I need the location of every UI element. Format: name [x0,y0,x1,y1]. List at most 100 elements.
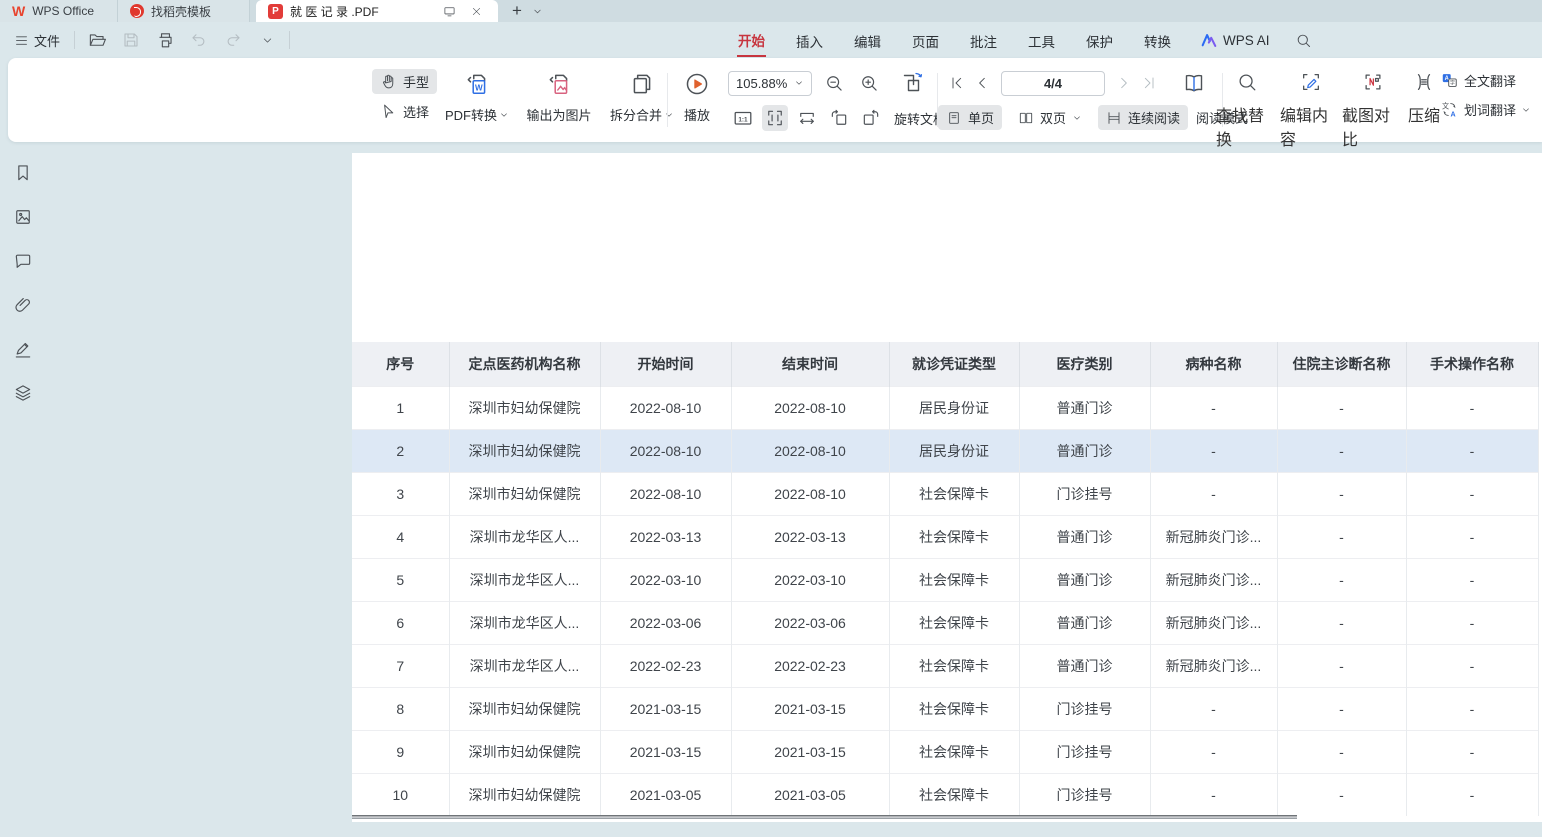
table-row: 6深圳市龙华区人...2022-03-062022-03-06社会保障卡普通门诊… [352,601,1538,644]
edit-content-button[interactable]: 编辑内容 [1280,71,1342,150]
table-cell: 4 [352,515,449,558]
wps-logo-icon: W [12,4,25,18]
undo-button[interactable] [187,28,211,52]
file-menu-button[interactable]: 文件 [10,28,64,53]
find-replace-button[interactable]: 查找替换 [1216,71,1278,150]
full-text-translate-button[interactable]: A 字 全文翻译 [1440,71,1531,90]
split-merge-button[interactable]: 拆分合并 [602,71,682,124]
zoom-in-button[interactable] [856,70,882,96]
comments-panel-button[interactable] [10,248,36,274]
zoom-level-dropdown[interactable]: 105.88% [728,71,812,96]
table-cell: 深圳市妇幼保健院 [449,386,600,429]
select-tool-button[interactable]: 选择 [372,99,437,124]
printer-icon [156,31,175,50]
signature-panel-button[interactable] [10,336,36,362]
single-page-button[interactable]: 单页 [938,105,1002,130]
close-tab-icon[interactable] [466,6,486,17]
table-cell: 2022-08-10 [600,386,731,429]
attachments-panel-button[interactable] [10,292,36,318]
play-button[interactable]: 播放 [672,71,722,124]
ribbon-toolbar: 手型 选择 W PDF转换 输出为图片 拆分合并 [8,58,1542,142]
rotate-right-button[interactable] [858,105,884,131]
table-cell: 2022-08-10 [731,472,889,515]
comment-icon [13,251,33,271]
double-page-button[interactable]: 双页 [1010,105,1090,130]
tab-list-chevron-icon[interactable] [532,6,543,17]
select-tool-label: 选择 [403,102,429,121]
thumbnails-panel-button[interactable] [10,204,36,230]
chevron-down-icon [794,78,804,88]
table-cell: 社会保障卡 [889,644,1019,687]
page-number-field[interactable]: 4/4 [1001,71,1105,96]
chevron-down-icon [1521,105,1531,115]
table-cell: 2022-03-06 [600,601,731,644]
tab-docer-templates[interactable]: 找稻壳模板 [118,0,250,22]
table-cell: 8 [352,687,449,730]
fit-page-button[interactable] [762,105,788,131]
layers-panel-button[interactable] [10,380,36,406]
undo-icon [190,31,208,49]
table-row: 4深圳市龙华区人...2022-03-132022-03-13社会保障卡普通门诊… [352,515,1538,558]
actual-size-button[interactable]: 1:1 [730,105,756,131]
table-cell: - [1406,601,1538,644]
pdf-convert-button[interactable]: W PDF转换 [438,71,516,124]
hand-tool-button[interactable]: 手型 [372,69,437,94]
redo-button[interactable] [221,28,245,52]
export-image-icon [546,71,572,97]
menu-search-icon[interactable] [1295,32,1312,49]
present-to-screen-icon[interactable] [439,5,459,18]
fit-width-button[interactable] [794,105,820,131]
new-tab-button[interactable]: + [506,1,528,21]
column-header: 医疗类别 [1019,342,1150,386]
table-cell: 社会保障卡 [889,730,1019,773]
book-icon [1182,71,1206,95]
table-cell: 深圳市龙华区人... [449,601,600,644]
screenshot-compare-button[interactable]: 截图对比 [1342,71,1404,150]
menu-item-comment[interactable]: 批注 [969,25,998,56]
quickbar-chevron-icon[interactable] [255,28,279,52]
read-mode-button-icon-area[interactable] [1181,70,1207,96]
rotate-right-icon [861,108,881,128]
next-page-button[interactable] [1113,71,1135,95]
table-cell: 普通门诊 [1019,644,1150,687]
menu-item-protect[interactable]: 保护 [1085,25,1114,56]
rotate-left-button[interactable] [826,105,852,131]
wps-ai-button[interactable]: WPS AI [1201,33,1270,48]
menu-item-edit[interactable]: 编辑 [853,25,882,56]
bookmarks-panel-button[interactable] [10,160,36,186]
word-translate-button[interactable]: 文 A 划词翻译 [1440,100,1531,119]
tab-wps-office[interactable]: W WPS Office [0,0,118,22]
rotate-pages-button[interactable] [899,70,925,96]
table-cell: 深圳市妇幼保健院 [449,472,600,515]
save-button[interactable] [119,28,143,52]
menu-item-convert[interactable]: 转换 [1143,25,1172,56]
open-file-button[interactable] [85,28,109,52]
table-cell: 深圳市妇幼保健院 [449,730,600,773]
first-page-button[interactable] [946,71,968,95]
split-merge-label: 拆分合并 [610,105,662,124]
menu-item-page[interactable]: 页面 [911,25,940,56]
export-as-image-button[interactable]: 输出为图片 [516,71,602,124]
table-row: 8深圳市妇幼保健院2021-03-152021-03-15社会保障卡门诊挂号--… [352,687,1538,730]
zoom-out-button[interactable] [821,70,847,96]
double-page-label: 双页 [1040,108,1066,127]
last-page-button[interactable] [1138,71,1160,95]
layers-icon [13,383,33,403]
previous-page-button[interactable] [971,71,993,95]
menu-item-insert[interactable]: 插入 [795,25,824,56]
tab-medical-record-pdf[interactable]: P 就 医 记 录 .PDF [256,0,498,22]
table-cell: 社会保障卡 [889,601,1019,644]
find-replace-icon [1236,71,1258,93]
menu-item-tools[interactable]: 工具 [1027,25,1056,56]
print-button[interactable] [153,28,177,52]
left-panel-icons [0,142,45,406]
table-cell: - [1150,429,1277,472]
table-cell: 门诊挂号 [1019,773,1150,816]
table-cell: - [1406,687,1538,730]
tab-title: WPS Office [32,4,94,18]
table-header-row: 序号 定点医药机构名称 开始时间 结束时间 就诊凭证类型 医疗类别 病种名称 住… [352,342,1538,386]
continuous-reading-button[interactable]: 连续阅读 [1098,105,1188,130]
menu-item-home[interactable]: 开始 [737,24,766,57]
compress-label: 压缩 [1408,108,1440,125]
table-cell: 新冠肺炎门诊... [1150,601,1277,644]
